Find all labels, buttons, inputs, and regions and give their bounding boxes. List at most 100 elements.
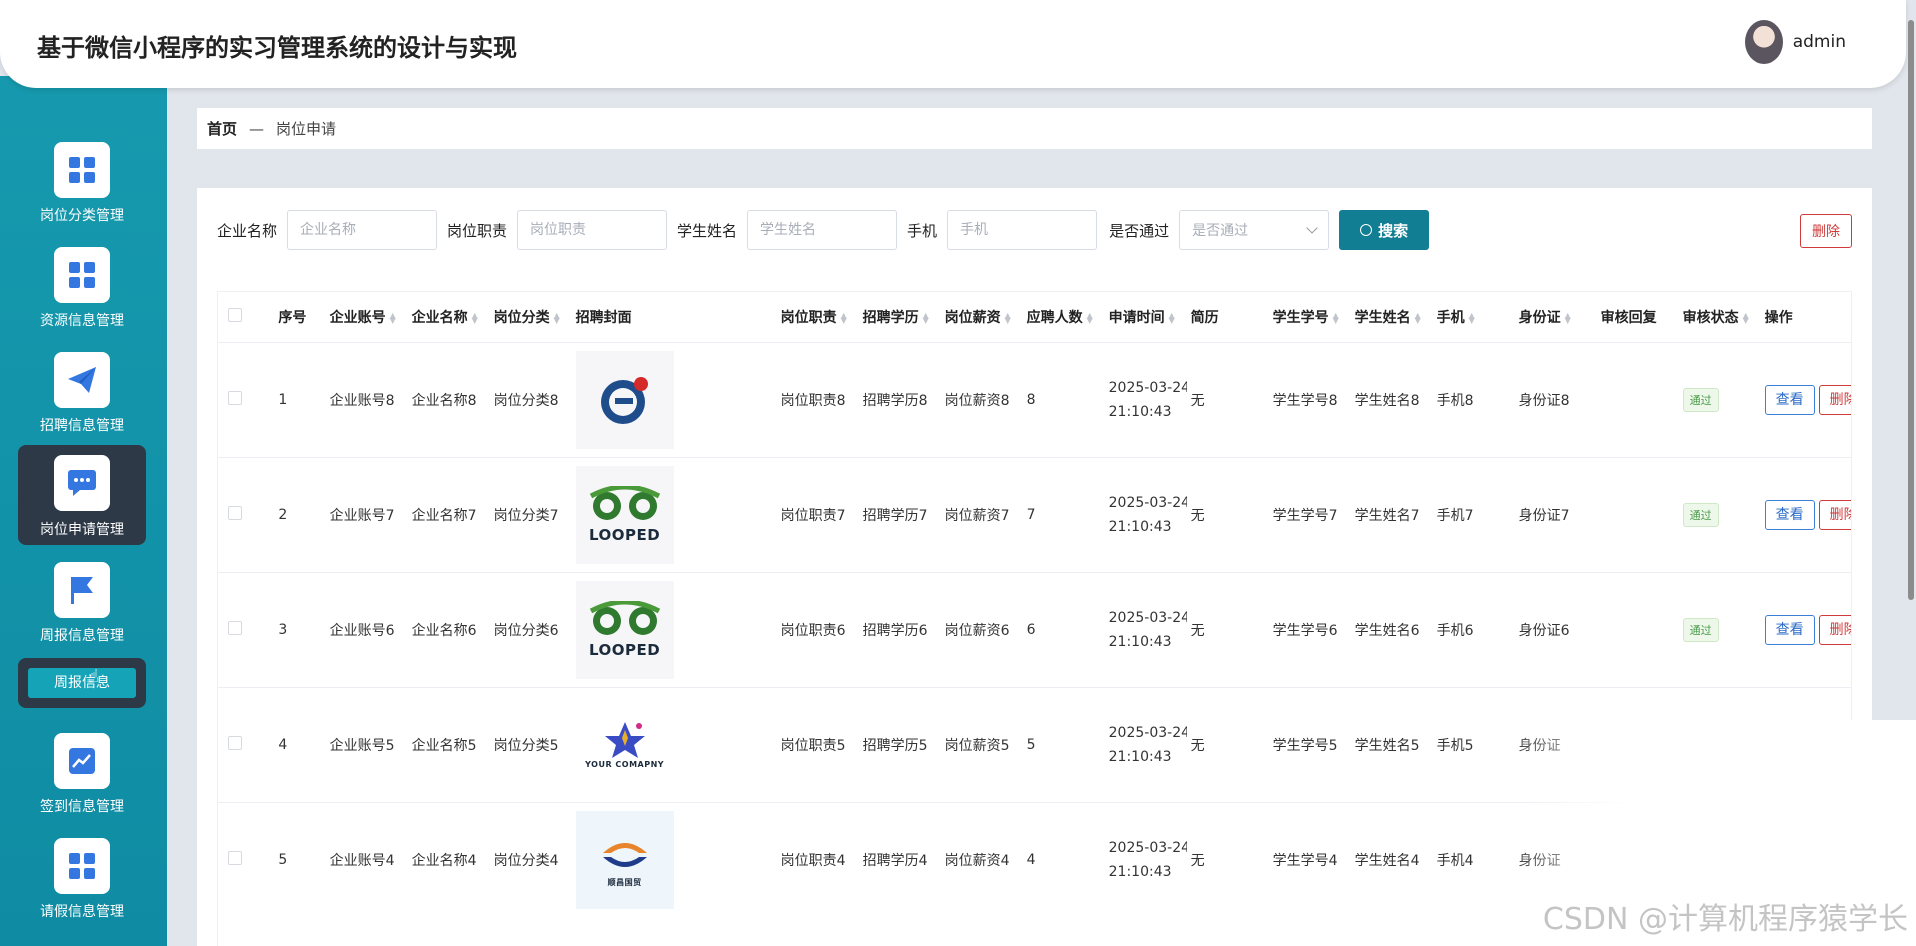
col-sid[interactable]: 学生学号 ▲ ▼ xyxy=(1269,292,1351,342)
cell-resume: 无 xyxy=(1186,801,1269,917)
user-name[interactable]: admin xyxy=(1793,32,1846,52)
user-menu[interactable]: admin xyxy=(1744,20,1846,64)
cell-resume: 无 xyxy=(1186,341,1269,457)
submenu-item-weekly-info[interactable]: 周报信息 xyxy=(28,668,136,698)
company-name-input[interactable] xyxy=(287,210,438,250)
sort-icon: ▲ ▼ xyxy=(1742,310,1749,325)
row-checkbox[interactable] xyxy=(218,571,275,687)
phone-input[interactable] xyxy=(947,210,1098,250)
cover-logo-text: LOOPED xyxy=(589,525,661,544)
cell-reply xyxy=(1596,571,1679,687)
cover-logo-text: YOUR COMAPNY xyxy=(585,760,665,769)
col-count[interactable]: 应聘人数 ▲ ▼ xyxy=(1023,292,1105,342)
cell-sid: 学生学号5 xyxy=(1268,686,1351,802)
cell-edu: 招聘学历6 xyxy=(858,571,941,687)
cell-account: 企业账号4 xyxy=(325,801,408,917)
cell-time: 2025-03-24 21:10:43 xyxy=(1104,686,1187,802)
table-row: 3 企业账号6 企业名称6 岗位分类6 LOOPED 岗位职责6 招聘学历6 岗位薪资6 6 20… xyxy=(218,571,1851,687)
cell-idcard: 身份证8 xyxy=(1514,341,1597,457)
breadcrumb-home[interactable]: 首页 xyxy=(207,118,237,139)
search-button[interactable]: 搜索 xyxy=(1339,210,1430,250)
sidebar-item-recruit[interactable]: 招聘信息管理 xyxy=(18,345,146,441)
avatar[interactable] xyxy=(1744,20,1783,64)
cell-category: 岗位分类8 xyxy=(489,341,572,457)
row-checkbox[interactable] xyxy=(218,456,275,572)
sidebar-item-label: 周报信息管理 xyxy=(40,628,124,644)
cell-sid: 学生学号7 xyxy=(1268,456,1351,572)
cell-duty: 岗位职责6 xyxy=(776,571,859,687)
cell-time: 2025-03-24 21:10:43 xyxy=(1104,456,1187,572)
cell-phone: 手机4 xyxy=(1432,801,1515,917)
sort-icon: ▲ ▼ xyxy=(553,310,560,325)
cell-cover: 顺昌国贸 xyxy=(571,801,777,917)
sort-icon: ▲ ▼ xyxy=(1004,310,1011,325)
breadcrumb: 首页 — 岗位申请 xyxy=(197,108,1872,149)
sidebar-item-label: 岗位申请管理 xyxy=(40,522,124,538)
view-button[interactable]: 查看 xyxy=(1764,499,1815,530)
col-phone[interactable]: 手机 ▲ ▼ xyxy=(1433,292,1515,342)
sidebar-item-checkin[interactable]: 签到信息管理 xyxy=(18,726,146,822)
col-edu[interactable]: 招聘学历 ▲ ▼ xyxy=(859,292,941,342)
status-badge: 通过 xyxy=(1682,617,1719,642)
sidebar-item-category[interactable]: 岗位分类管理 xyxy=(18,135,146,231)
col-duty[interactable]: 岗位职责 ▲ ▼ xyxy=(777,292,859,342)
batch-delete-button[interactable]: 删除 xyxy=(1800,214,1852,248)
col-status[interactable]: 审核状态 ▲ ▼ xyxy=(1679,292,1761,342)
col-reply: 审核回复 xyxy=(1600,309,1657,326)
sidebar-item-label: 请假信息管理 xyxy=(40,904,124,920)
cell-salary: 岗位薪资4 xyxy=(940,801,1023,917)
breadcrumb-current: 岗位申请 xyxy=(276,120,337,138)
duty-input[interactable] xyxy=(517,210,668,250)
sort-icon: ▲ ▼ xyxy=(471,310,478,325)
row-checkbox[interactable] xyxy=(218,801,275,917)
page-scrollbar[interactable] xyxy=(1908,20,1914,600)
cell-salary: 岗位薪资8 xyxy=(940,341,1023,457)
col-account[interactable]: 企业账号 ▲ ▼ xyxy=(326,292,408,342)
filter-label-approved: 是否通过 xyxy=(1109,221,1170,240)
cell-idcard: 身份证6 xyxy=(1514,571,1597,687)
row-checkbox[interactable] xyxy=(218,686,275,802)
table-row: 2 企业账号7 企业名称7 岗位分类7 LOOPED 岗位职责7 招聘学历7 岗位薪资7 7 20… xyxy=(218,456,1851,572)
col-idcard[interactable]: 身份证 ▲ ▼ xyxy=(1515,292,1597,342)
cell-time: 2025-03-24 21:10:43 xyxy=(1104,341,1187,457)
paper-plane-icon xyxy=(54,352,110,408)
cell-cover: YOUR COMAPNY xyxy=(571,686,777,802)
select-all-checkbox[interactable] xyxy=(218,292,274,342)
sidebar-item-weekly[interactable]: 周报信息管理 xyxy=(18,555,146,651)
sidebar-item-leave[interactable]: 请假信息管理 xyxy=(18,831,146,927)
col-company[interactable]: 企业名称 ▲ ▼ xyxy=(408,292,490,342)
view-button[interactable]: 查看 xyxy=(1764,384,1815,415)
sidebar-item-application[interactable]: 岗位申请管理 xyxy=(18,445,146,545)
cell-phone: 手机7 xyxy=(1432,456,1515,572)
cover-image xyxy=(575,350,674,449)
watermark: CSDN @计算机程序猿学长 xyxy=(1542,902,1908,937)
cell-resume: 无 xyxy=(1186,571,1269,687)
delete-button[interactable]: 删除 xyxy=(1818,614,1851,645)
approved-select[interactable]: 是否通过 xyxy=(1179,210,1330,250)
col-time[interactable]: 申请时间 ▲ ▼ xyxy=(1105,292,1187,342)
col-actions: 操作 xyxy=(1764,309,1793,326)
col-category[interactable]: 岗位分类 ▲ ▼ xyxy=(490,292,572,342)
app-title: 基于微信小程序的实习管理系统的设计与实现 xyxy=(37,34,517,62)
cell-cover: LOOPED xyxy=(571,571,777,687)
view-button[interactable]: 查看 xyxy=(1764,614,1815,645)
sort-icon: ▲ ▼ xyxy=(1086,310,1093,325)
col-salary[interactable]: 岗位薪资 ▲ ▼ xyxy=(941,292,1023,342)
col-sname[interactable]: 学生姓名 ▲ ▼ xyxy=(1351,292,1433,342)
cover-image: 顺昌国贸 xyxy=(575,810,674,909)
cell-sname: 学生姓名4 xyxy=(1350,801,1433,917)
student-name-input[interactable] xyxy=(747,210,898,250)
cover-image: YOUR COMAPNY xyxy=(575,695,674,794)
cell-company: 企业名称8 xyxy=(407,341,490,457)
weekly-submenu: 周报信息 xyxy=(18,658,146,708)
cell-sid: 学生学号4 xyxy=(1268,801,1351,917)
chevron-down-icon xyxy=(1306,222,1318,234)
sidebar-item-label: 签到信息管理 xyxy=(40,799,124,815)
cover-logo-text: LOOPED xyxy=(589,640,661,659)
cell-count: 6 xyxy=(1022,571,1105,687)
delete-button[interactable]: 删除 xyxy=(1818,384,1851,415)
sidebar-item-resource[interactable]: 资源信息管理 xyxy=(18,240,146,336)
cell-edu: 招聘学历8 xyxy=(858,341,941,457)
delete-button[interactable]: 删除 xyxy=(1818,499,1851,530)
row-checkbox[interactable] xyxy=(218,341,275,457)
